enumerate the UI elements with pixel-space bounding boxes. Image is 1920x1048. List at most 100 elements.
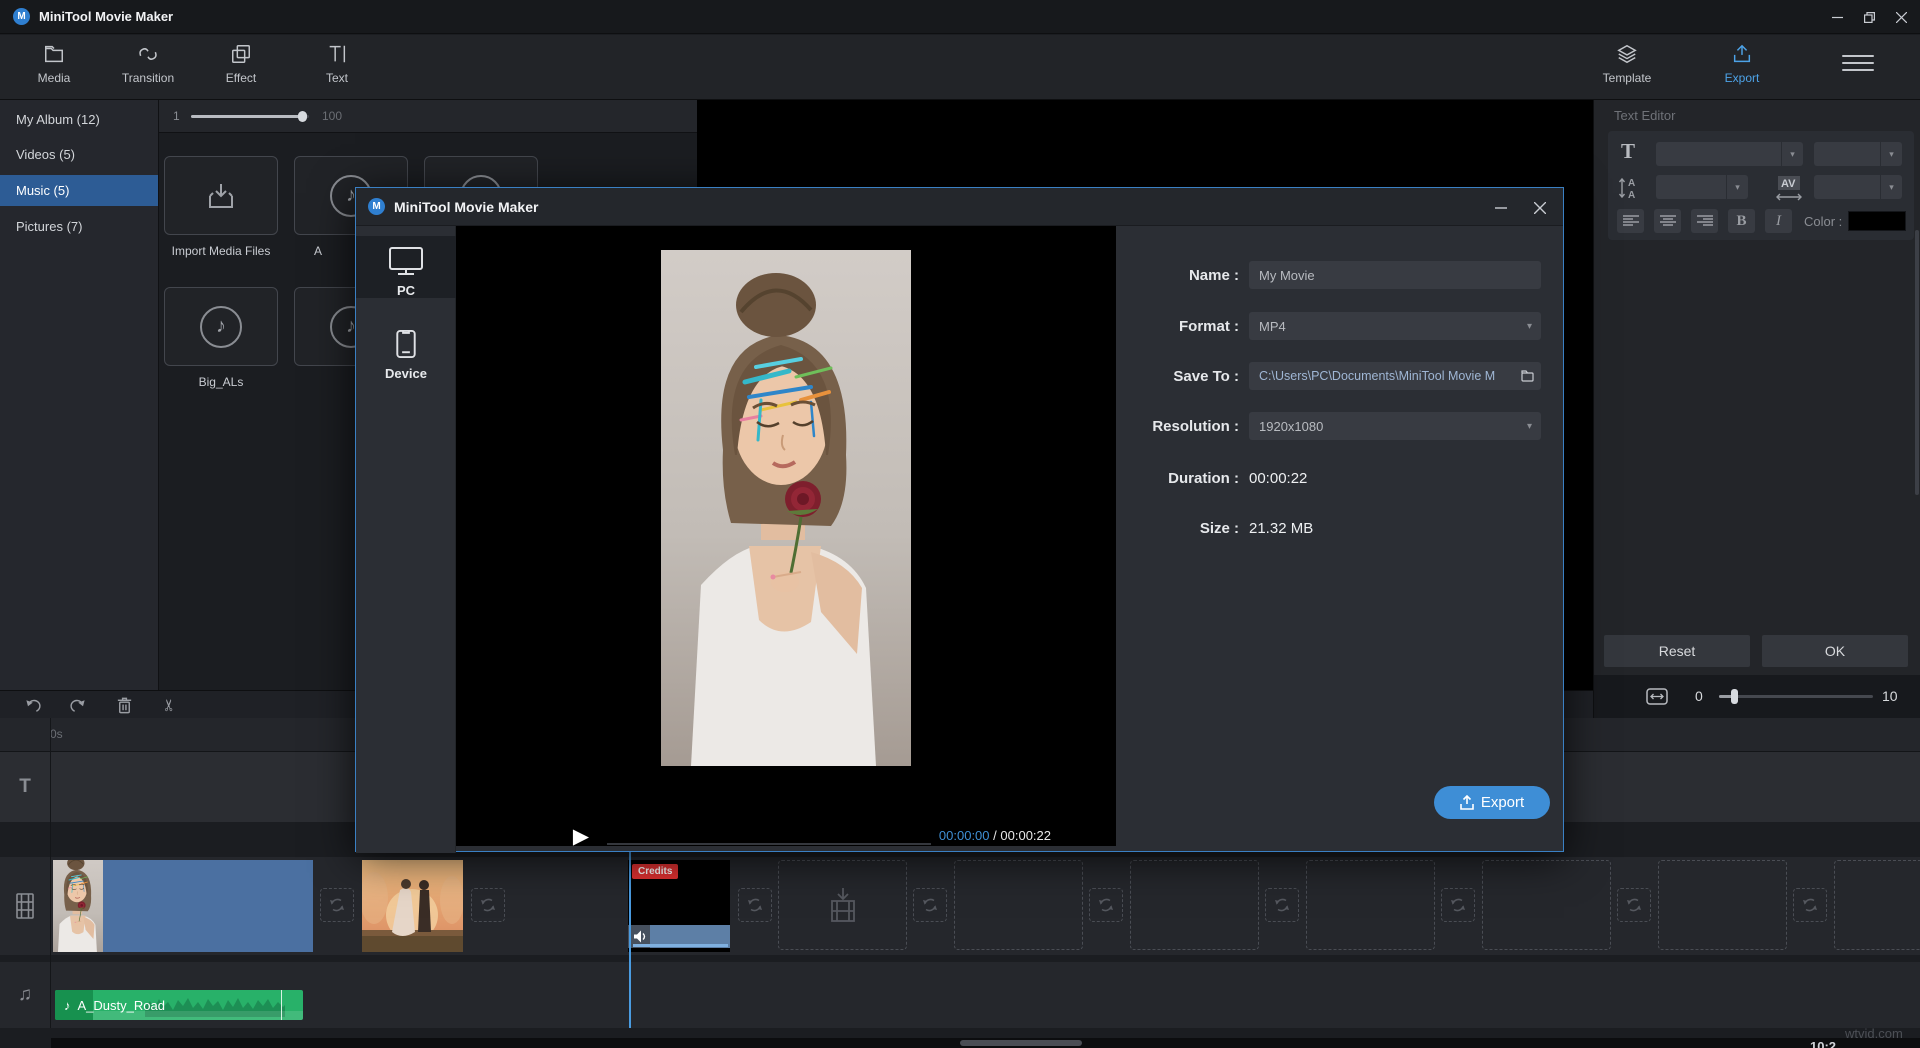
movie-name-field[interactable] — [1249, 261, 1541, 289]
video-clip-thumbnail[interactable] — [53, 860, 103, 952]
export-button[interactable]: Export — [1434, 786, 1550, 819]
redo-icon — [68, 696, 87, 715]
empty-clip-slot[interactable] — [1658, 860, 1787, 950]
redo-button[interactable] — [64, 694, 90, 716]
bold-button[interactable]: B — [1728, 209, 1755, 233]
sidebar-item-videos[interactable]: Videos (5) — [0, 139, 158, 170]
hamburger-icon — [1842, 62, 1874, 64]
tab-pc[interactable]: PC — [356, 236, 456, 298]
app-title: MiniTool Movie Maker — [39, 9, 173, 24]
format-select[interactable]: MP4 ▾ — [1249, 312, 1541, 340]
fit-timeline-icon[interactable] — [1646, 688, 1668, 705]
align-right-button[interactable] — [1691, 209, 1718, 233]
dialog-minimize-button[interactable] — [1487, 196, 1515, 220]
font-family-select[interactable]: ▾ — [1656, 142, 1803, 166]
reset-button[interactable]: Reset — [1604, 635, 1750, 667]
panel-scrollbar[interactable] — [1915, 230, 1919, 495]
svg-text:A: A — [1628, 178, 1635, 189]
empty-clip-slot[interactable] — [1482, 860, 1611, 950]
transition-slot[interactable] — [738, 888, 772, 922]
close-icon — [1534, 202, 1546, 214]
transition-slot[interactable] — [1441, 888, 1475, 922]
timeline-scrollbar[interactable] — [51, 1038, 1920, 1048]
selected-clip-region[interactable] — [103, 860, 313, 952]
media-card[interactable]: ♪ — [164, 287, 278, 366]
import-media-card[interactable] — [164, 156, 278, 235]
transition-slot[interactable] — [1793, 888, 1827, 922]
line-spacing-select[interactable]: ▾ — [1656, 175, 1748, 199]
time-display: 00:00:00 / 00:00:22 — [871, 828, 1051, 843]
toolbar-item-effect[interactable]: Effect — [203, 43, 279, 85]
toolbar-item-text[interactable]: Text — [299, 43, 375, 85]
font-icon: T — [1621, 139, 1635, 164]
transition-slot[interactable] — [1265, 888, 1299, 922]
app-logo-icon: M — [13, 8, 30, 25]
field-label: Format : — [1036, 318, 1239, 335]
font-size-select[interactable]: ▾ — [1814, 142, 1902, 166]
close-button[interactable] — [1884, 0, 1918, 34]
chevron-down-icon: ▾ — [1527, 421, 1532, 432]
tab-device[interactable]: Device — [356, 319, 456, 381]
save-path: C:\Users\PC\Documents\MiniTool Movie M — [1259, 369, 1505, 383]
align-left-button[interactable] — [1617, 209, 1644, 233]
video-clip-thumbnail[interactable] — [362, 860, 463, 952]
empty-clip-slot[interactable] — [1306, 860, 1435, 950]
align-center-button[interactable] — [1654, 209, 1681, 233]
scrollbar-thumb[interactable] — [960, 1040, 1082, 1046]
toolbar-item-template[interactable]: Template — [1589, 43, 1665, 85]
toolbar-item-media[interactable]: Media — [16, 43, 92, 85]
undo-button[interactable] — [20, 694, 46, 716]
align-center-icon — [1660, 215, 1676, 227]
media-folder-icon — [43, 43, 65, 65]
undo-icon — [24, 696, 43, 715]
media-item-label: Big_ALs — [164, 375, 278, 389]
italic-button[interactable]: I — [1765, 209, 1792, 233]
slider-thumb[interactable] — [298, 111, 307, 122]
toolbar-item-label: Effect — [226, 71, 256, 85]
ok-button[interactable]: OK — [1762, 635, 1908, 667]
dialog-close-button[interactable] — [1526, 196, 1554, 220]
field-label: Resolution : — [1036, 418, 1239, 435]
field-label: Name : — [1036, 267, 1239, 284]
media-placeholder-slot[interactable] — [778, 860, 907, 950]
sidebar-item-pictures[interactable]: Pictures (7) — [0, 211, 158, 242]
resolution-value: 1920x1080 — [1259, 419, 1323, 434]
empty-clip-slot[interactable] — [1130, 860, 1259, 950]
delete-button[interactable] — [111, 694, 137, 716]
restore-button[interactable] — [1852, 0, 1886, 34]
transition-slot[interactable] — [1617, 888, 1651, 922]
ruler-label: 0s — [50, 727, 63, 741]
resolution-select[interactable]: 1920x1080 ▾ — [1249, 412, 1541, 440]
partial-timestamp: 10:2 — [1810, 1039, 1836, 1048]
minimize-button[interactable] — [1820, 0, 1854, 34]
video-track-icon — [0, 857, 50, 955]
dialog-titlebar[interactable]: M MiniTool Movie Maker — [356, 188, 1563, 226]
dialog-logo-icon: M — [368, 198, 385, 215]
slider-thumb[interactable] — [1731, 689, 1738, 704]
music-track-icon: ♫ — [0, 962, 50, 1028]
sidebar-item-music[interactable]: Music (5) — [0, 175, 158, 206]
toolbar-item-transition[interactable]: Transition — [110, 43, 186, 85]
empty-clip-slot[interactable] — [954, 860, 1083, 950]
credits-clip[interactable]: Credits — [628, 860, 730, 952]
browse-folder-icon[interactable] — [1521, 369, 1534, 382]
empty-clip-slot[interactable] — [1834, 860, 1920, 950]
transition-slot[interactable] — [1089, 888, 1123, 922]
color-swatch[interactable] — [1848, 211, 1906, 231]
progress-bar[interactable] — [607, 843, 931, 845]
transition-slot[interactable] — [471, 888, 505, 922]
letter-spacing-select[interactable]: ▾ — [1814, 175, 1902, 199]
music-clip[interactable]: ♪ A_Dusty_Road — [55, 990, 303, 1020]
transition-slot[interactable] — [913, 888, 947, 922]
transition-slot[interactable] — [320, 888, 354, 922]
save-to-field[interactable]: C:\Users\PC\Documents\MiniTool Movie M — [1249, 362, 1541, 390]
align-left-icon — [1623, 215, 1639, 227]
split-button[interactable]: ✂ — [157, 694, 183, 716]
toolbar-item-export[interactable]: Export — [1704, 43, 1780, 85]
resolution-row: Resolution : 1920x1080 ▾ — [1036, 412, 1556, 440]
play-button[interactable]: ▶ — [566, 821, 596, 851]
menu-button[interactable] — [1842, 50, 1874, 76]
movie-name-input[interactable] — [1259, 268, 1515, 283]
sidebar-item-my-album[interactable]: My Album (12) — [0, 104, 158, 135]
timeline-zoom-slider[interactable] — [1719, 695, 1873, 698]
